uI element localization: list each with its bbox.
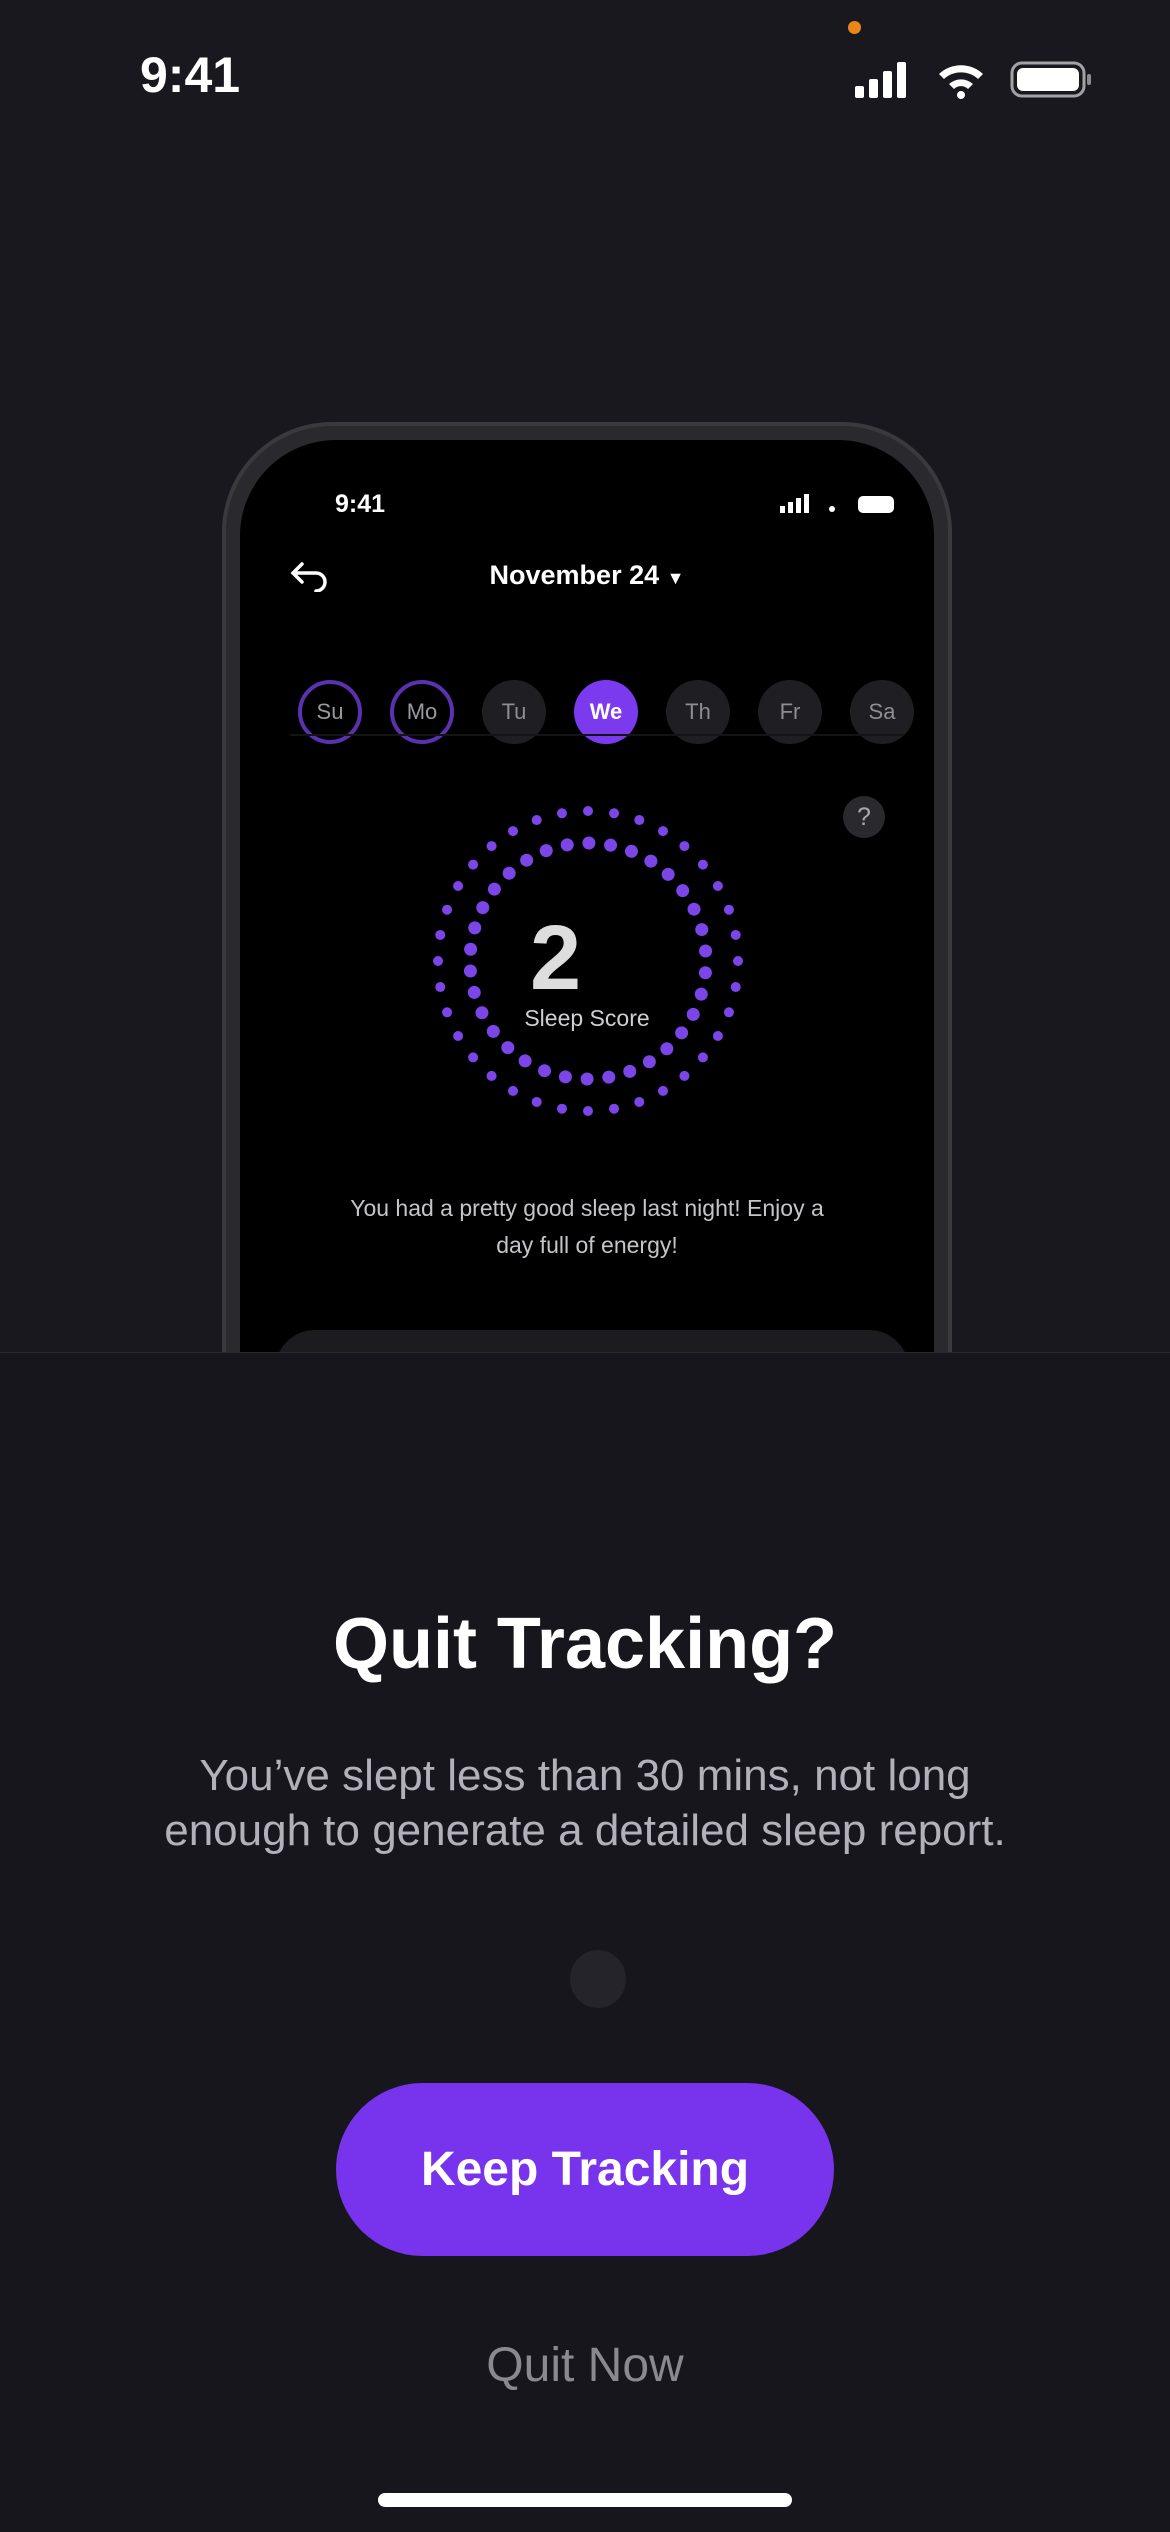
ring-dot	[644, 854, 658, 868]
ring-dot	[538, 1064, 552, 1078]
sleep-message: You had a pretty good sleep last night! …	[350, 1195, 824, 1258]
divider	[290, 734, 904, 736]
ring-dot	[435, 929, 446, 940]
wifi-icon	[939, 65, 983, 99]
ring-dot	[433, 956, 443, 966]
ring-dot	[508, 826, 518, 837]
sleep-score-label: Sleep Score	[524, 1005, 650, 1031]
ring-dot	[518, 1054, 532, 1068]
date-title: November 24	[489, 560, 660, 590]
ring-dot	[697, 859, 708, 870]
ring-dot	[661, 867, 675, 881]
quit-now-button[interactable]: Quit Now	[0, 2338, 1170, 2393]
ring-dot	[453, 881, 464, 891]
ring-dot	[642, 1055, 656, 1069]
ring-dot	[624, 844, 638, 858]
ring-dot	[539, 844, 553, 858]
battery-icon	[1010, 61, 1091, 98]
status-icons	[855, 61, 1091, 99]
sleep-score-ring	[433, 806, 743, 1116]
ring-dot	[556, 1103, 567, 1114]
preview-time: 9:41	[335, 490, 386, 518]
ring-dot	[660, 1042, 674, 1056]
home-indicator[interactable]	[378, 2493, 792, 2507]
ring-dot	[468, 1052, 479, 1063]
ring-dot	[694, 987, 708, 1001]
ring-dot	[676, 884, 690, 898]
ring-dot	[582, 836, 596, 850]
ring-dot	[712, 1031, 723, 1041]
preview-status-icons	[780, 494, 894, 513]
ring-dot	[687, 902, 701, 916]
ring-dot	[730, 929, 741, 940]
ring-dot	[468, 859, 479, 870]
ring-dot	[560, 838, 574, 852]
ring-dot	[464, 942, 478, 956]
ring-dot	[580, 1072, 594, 1086]
ring-dot	[502, 866, 516, 880]
ring-dot	[604, 838, 618, 852]
ring-dot	[476, 901, 490, 915]
ring-dot	[486, 841, 497, 852]
ring-dot	[634, 815, 645, 826]
ring-dot	[531, 815, 542, 826]
ring-dot	[623, 1064, 637, 1078]
ring-dot	[699, 944, 713, 958]
ring-dot	[531, 1096, 542, 1107]
keep-tracking-button[interactable]: Keep Tracking	[336, 2083, 834, 2256]
caret-down-icon: ▼	[666, 568, 685, 588]
ring-dot	[583, 806, 593, 816]
ring-dot	[463, 964, 477, 978]
ring-dot	[583, 1106, 593, 1116]
ring-dot	[556, 808, 567, 819]
ring-dot	[730, 982, 741, 993]
ring-dot	[609, 808, 620, 819]
ring-dot	[442, 904, 453, 915]
ring-dot	[723, 904, 734, 915]
ring-dot	[487, 882, 501, 896]
ring-dot	[468, 921, 482, 935]
ring-dot	[679, 1070, 690, 1081]
ring-dot	[712, 881, 723, 891]
ring-dot	[634, 1096, 645, 1107]
ring-dot	[435, 982, 446, 993]
ring-dot	[520, 853, 534, 867]
ring-dot	[609, 1103, 620, 1114]
privacy-indicator-dot	[848, 21, 861, 34]
ring-dot	[698, 966, 712, 980]
sleep-score-value: 2	[530, 907, 582, 1009]
ring-dot	[679, 841, 690, 852]
status-time: 9:41	[140, 47, 241, 103]
ring-dot	[453, 1031, 464, 1041]
ring-dot	[602, 1070, 616, 1084]
dialog-body: You’ve slept less than 30 mins, not long…	[164, 1751, 1006, 1855]
ring-dot	[467, 985, 481, 999]
date-picker[interactable]: November 24 ▼	[240, 560, 934, 591]
dialog-title: Quit Tracking?	[332, 1604, 838, 1684]
ring-dot	[501, 1041, 515, 1055]
quit-dialog: Quit Tracking? You’ve slept less than 30…	[0, 1352, 1170, 2532]
ring-dot	[658, 1085, 668, 1096]
ring-dot	[733, 956, 743, 966]
ring-dot	[508, 1085, 518, 1096]
help-button[interactable]: ?	[843, 796, 885, 838]
ring-dot	[486, 1070, 497, 1081]
ring-dot	[697, 1052, 708, 1063]
ring-dot	[695, 923, 709, 937]
ring-dot	[658, 826, 668, 837]
ring-dot	[558, 1070, 572, 1084]
loading-indicator	[570, 1950, 626, 2008]
signal-icon	[855, 62, 906, 98]
